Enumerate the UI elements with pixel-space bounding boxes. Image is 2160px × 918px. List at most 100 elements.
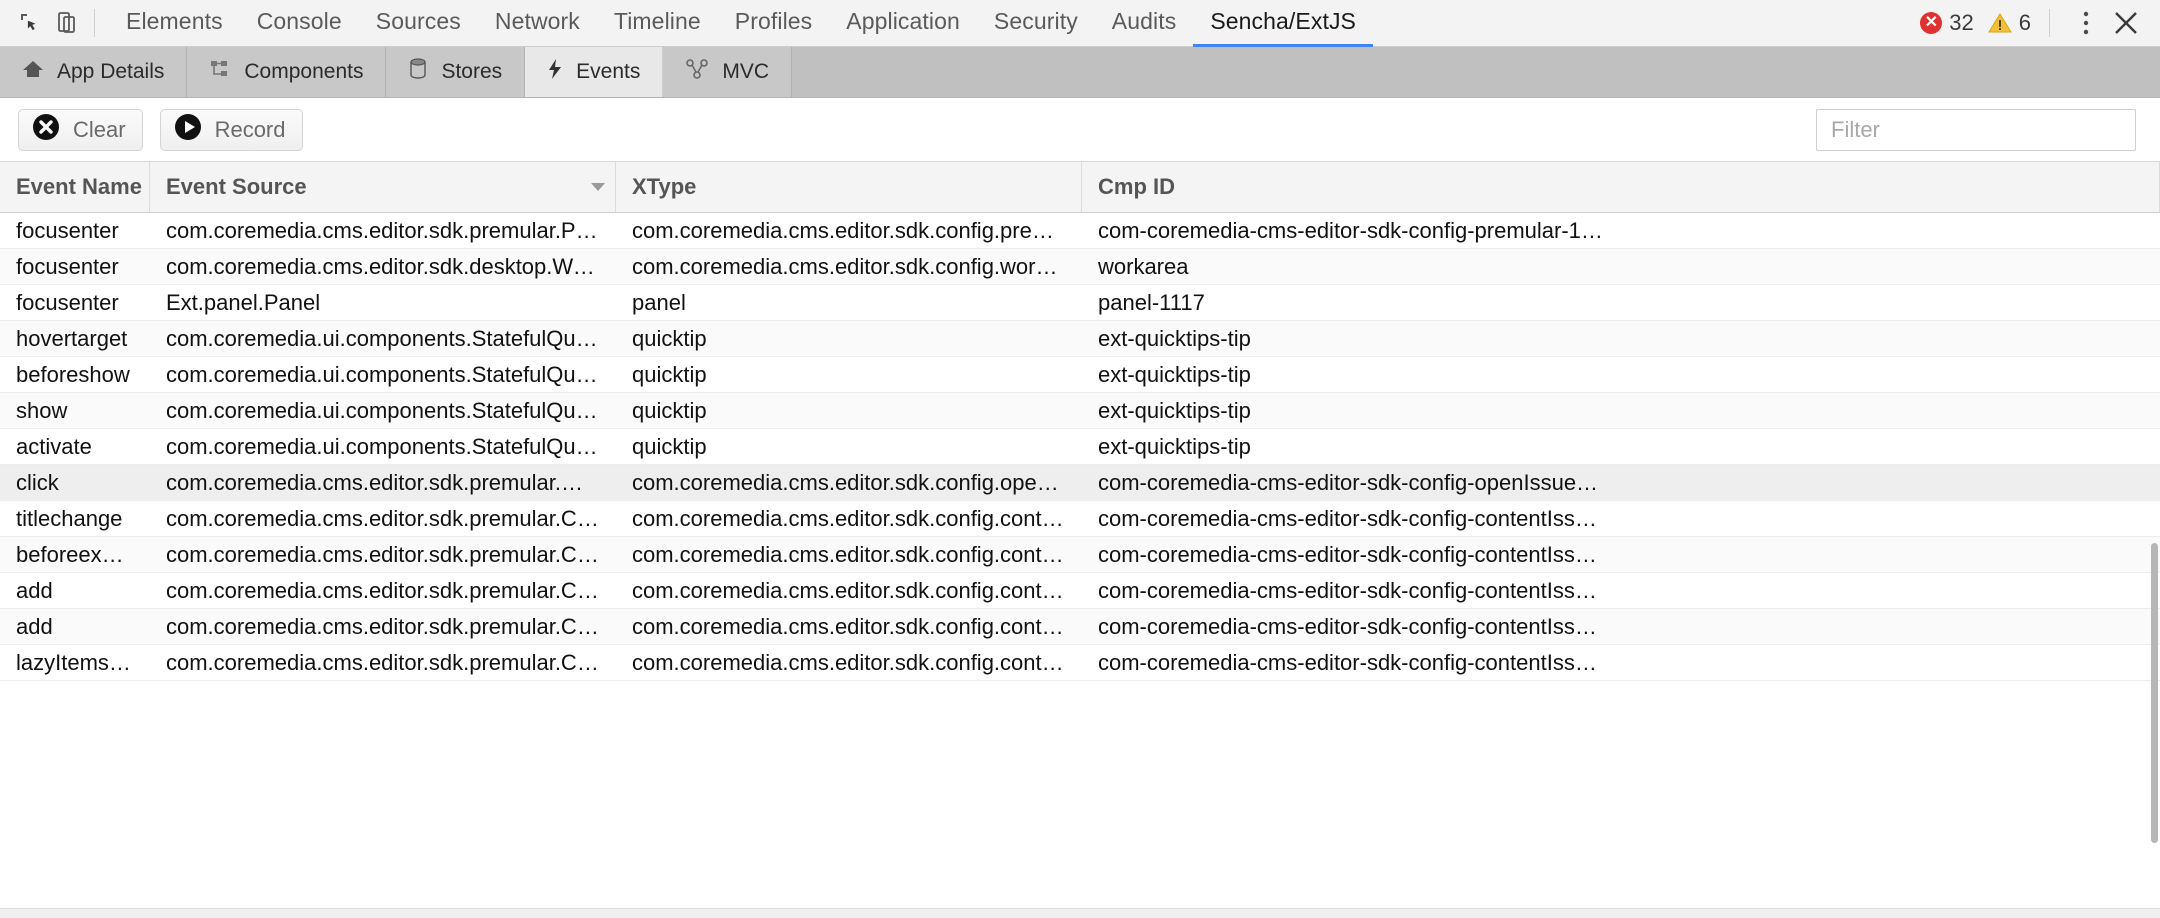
chevron-down-icon[interactable] (591, 183, 605, 191)
error-icon: ✕ (1920, 12, 1942, 34)
cell-xtype-text: com.coremedia.cms.editor.sdk.config.cont… (632, 614, 1066, 640)
kebab-menu-icon[interactable] (2066, 3, 2106, 43)
grid-scrollbar-thumb[interactable] (2151, 543, 2158, 843)
filter-input[interactable] (1816, 109, 2136, 151)
table-row[interactable]: beforeexpand com.coremedia.cms.editor.sdk… (0, 537, 2160, 573)
warning-icon (1988, 12, 2012, 34)
grid-scrollbar[interactable] (2149, 213, 2160, 918)
sencha-tab-components[interactable]: Components (187, 47, 386, 97)
table-row[interactable]: lazyItemsA… com.coremedia.cms.editor.sdk.… (0, 645, 2160, 681)
cell-cmp-id: com-coremedia-cms-editor-sdk-config-open… (1082, 465, 2160, 500)
table-row[interactable]: focusentercom.coremedia.cms.editor.sdk.d… (0, 249, 2160, 285)
cell-xtype: quicktip (616, 429, 1082, 464)
table-row[interactable]: hovertargetcom.coremedia.ui.components.S… (0, 321, 2160, 357)
sencha-tab-label: Events (576, 60, 640, 84)
cell-xtype: quicktip (616, 357, 1082, 392)
clear-button-label: Clear (73, 117, 126, 143)
cell-event-source: com.coremedia.cms.editor.sdk.premular.Op… (150, 465, 616, 500)
error-count-label: 32 (1949, 10, 1973, 36)
tab-sencha-extjs[interactable]: Sencha/ExtJS (1193, 0, 1373, 47)
grid-body: focusenter com.coremedia.cms.editor.sdk.p… (0, 213, 2160, 681)
tab-timeline[interactable]: Timeline (597, 0, 718, 47)
tab-label: Audits (1112, 8, 1177, 35)
tab-application[interactable]: Application (829, 0, 977, 47)
cell-xtype: com.coremedia.cms.editor.sdk.config.cont… (616, 573, 1082, 608)
cell-event-name-text: focusenter (16, 218, 134, 244)
column-header-xtype[interactable]: XType (616, 162, 1082, 212)
column-header-event-source[interactable]: Event Source (150, 162, 616, 212)
cell-cmp-id-text: com-coremedia-cms-editor-sdk-config-cont… (1098, 614, 2144, 640)
tab-profiles[interactable]: Profiles (718, 0, 830, 47)
column-header-event-name[interactable]: Event Name (0, 162, 150, 212)
cell-xtype-text: com.coremedia.cms.editor.sdk.config.cont… (632, 650, 1066, 676)
cell-xtype-text: com.coremedia.cms.editor.sdk.config.prem… (632, 218, 1066, 244)
table-row[interactable]: addcom.coremedia.cms.editor.sdk.premular… (0, 573, 2160, 609)
inspect-element-icon[interactable] (10, 4, 48, 42)
cell-xtype-text: com.coremedia.cms.editor.sdk.config.cont… (632, 542, 1066, 568)
table-row[interactable]: titlechangecom.coremedia.cms.editor.sdk.… (0, 501, 2160, 537)
devtools-tab-list: Elements Console Sources Network Timelin… (109, 0, 1920, 47)
cell-xtype: com.coremedia.cms.editor.sdk.config.cont… (616, 537, 1082, 572)
cell-event-source-text: com.coremedia.cms.editor.sdk.premular.Co… (166, 650, 600, 676)
table-row[interactable]: showcom.coremedia.ui.components.Stateful… (0, 393, 2160, 429)
cell-event-name: lazyItemsA… (0, 645, 150, 680)
sencha-tab-app-details[interactable]: App Details (0, 47, 187, 97)
cell-cmp-id: com-coremedia-cms-editor-sdk-config-cont… (1082, 609, 2160, 644)
close-icon[interactable] (2106, 3, 2146, 43)
cell-event-source: com.coremedia.cms.editor.sdk.premular.Co… (150, 501, 616, 536)
grid-header-row: Event Name Event Source XType Cmp ID (0, 162, 2160, 213)
sencha-tab-events[interactable]: Events (525, 47, 663, 97)
cell-xtype-text: com.coremedia.cms.editor.sdk.config.work… (632, 254, 1066, 280)
cell-cmp-id: ext-quicktips-tip (1082, 393, 2160, 428)
cell-event-name: beforeshow (0, 357, 150, 392)
tab-label: Console (257, 8, 342, 35)
cell-cmp-id-text: com-coremedia-cms-editor-sdk-config-cont… (1098, 650, 2144, 676)
sencha-tab-label: App Details (57, 60, 164, 84)
cell-event-name: beforeexpand (0, 537, 150, 572)
tab-label: Timeline (614, 8, 701, 35)
warning-count-group[interactable]: 6 (1988, 10, 2031, 36)
cell-cmp-id-text: com-coremedia-cms-editor-sdk-config-cont… (1098, 578, 2144, 604)
device-toolbar-icon[interactable] (48, 4, 86, 42)
sencha-tab-stores[interactable]: Stores (386, 47, 525, 97)
table-row[interactable]: addcom.coremedia.cms.editor.sdk.premular… (0, 609, 2160, 645)
database-icon (408, 58, 428, 86)
tab-network[interactable]: Network (478, 0, 597, 47)
cell-xtype-text: quicktip (632, 326, 1066, 352)
cell-cmp-id: com-coremedia-cms-editor-sdk-config-cont… (1082, 573, 2160, 608)
cell-event-name-text: beforeexpand (16, 542, 134, 568)
table-row[interactable]: beforeshowcom.coremedia.ui.components.St… (0, 357, 2160, 393)
sencha-tab-label: Stores (441, 60, 502, 84)
record-button[interactable]: Record (160, 109, 303, 151)
clear-button[interactable]: Clear (18, 109, 143, 151)
cell-event-source: Ext.panel.Panel (150, 285, 616, 320)
tab-security[interactable]: Security (977, 0, 1095, 47)
sencha-tab-label: MVC (722, 60, 769, 84)
tab-console[interactable]: Console (240, 0, 359, 47)
tab-elements[interactable]: Elements (109, 0, 240, 47)
devtools-toolbar: Elements Console Sources Network Timelin… (0, 0, 2160, 47)
table-row[interactable]: focusentercom.coremedia.cms.editor.sdk.p… (0, 213, 2160, 249)
table-row[interactable]: activatecom.coremedia.ui.components.Stat… (0, 429, 2160, 465)
cell-event-source: com.coremedia.cms.editor.sdk.premular.Co… (150, 609, 616, 644)
status-divider (2049, 9, 2050, 37)
cell-event-source-text: com.coremedia.cms.editor.sdk.desktop.Wor… (166, 254, 600, 280)
cell-event-name: focusenter (0, 213, 150, 248)
cell-cmp-id: workarea (1082, 249, 2160, 284)
cell-xtype-text: quicktip (632, 362, 1066, 388)
tab-sources[interactable]: Sources (359, 0, 478, 47)
cell-cmp-id-text: ext-quicktips-tip (1098, 362, 2144, 388)
cell-event-source-text: com.coremedia.ui.components.StatefulQuic… (166, 398, 600, 424)
column-header-cmp-id[interactable]: Cmp ID (1082, 162, 2160, 212)
tab-label: Sources (376, 8, 461, 35)
error-count-group[interactable]: ✕ 32 (1920, 10, 1973, 36)
table-row[interactable]: focusenterExt.panel.Panelpanelpanel-1117 (0, 285, 2160, 321)
cell-event-source-text: com.coremedia.ui.components.StatefulQuic… (166, 326, 600, 352)
tab-audits[interactable]: Audits (1095, 0, 1194, 47)
cell-xtype: com.coremedia.cms.editor.sdk.config.cont… (616, 501, 1082, 536)
sencha-tab-mvc[interactable]: MVC (663, 47, 792, 97)
cell-cmp-id: ext-quicktips-tip (1082, 357, 2160, 392)
table-row[interactable]: clickcom.coremedia.cms.editor.sdk.premul… (0, 465, 2160, 501)
cell-xtype: com.coremedia.cms.editor.sdk.config.work… (616, 249, 1082, 284)
cell-event-name-text: beforeshow (16, 362, 134, 388)
